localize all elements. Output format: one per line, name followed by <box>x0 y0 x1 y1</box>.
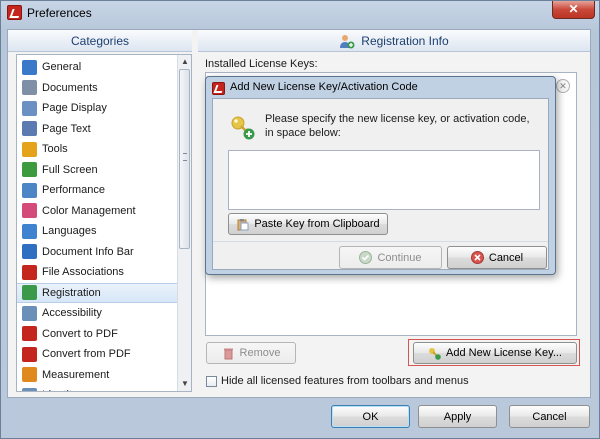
category-item-file-associations[interactable]: File Associations <box>17 262 178 282</box>
dialog-cancel-button[interactable]: Cancel <box>447 246 547 269</box>
category-item-color-management[interactable]: Color Management <box>17 201 178 221</box>
category-label: Measurement <box>42 368 110 381</box>
add-license-key-dialog: Add New License Key/Activation Code Plea… <box>205 76 556 275</box>
key-add-icon <box>428 347 441 360</box>
scroll-up-icon[interactable]: ▲ <box>180 57 190 67</box>
category-item-page-text[interactable]: Page Text <box>17 119 178 139</box>
category-item-tools[interactable]: Tools <box>17 139 178 159</box>
category-label: File Associations <box>42 266 124 278</box>
accessibility-icon <box>22 305 37 321</box>
dialog-title: Add New License Key/Activation Code <box>230 81 418 93</box>
category-item-page-display[interactable]: Page Display <box>17 98 178 118</box>
category-item-documents[interactable]: Documents <box>17 78 178 98</box>
ok-button[interactable]: OK <box>331 405 410 428</box>
category-item-general[interactable]: General <box>17 57 178 77</box>
dialog-message: Please specify the new license key, or a… <box>265 113 530 139</box>
category-item-registration[interactable]: Registration <box>17 282 178 303</box>
license-key-input[interactable] <box>228 150 540 210</box>
documents-icon <box>22 80 37 95</box>
category-item-convert-to-pdf[interactable]: Convert to PDF <box>17 324 178 344</box>
full-screen-icon <box>22 162 37 177</box>
scroll-thumb[interactable] <box>179 69 190 249</box>
cancel-icon <box>470 251 484 264</box>
window-title: Preferences <box>27 6 92 20</box>
dialog-body: Please specify the new license key, or a… <box>212 98 549 270</box>
dialog-separator <box>213 241 548 242</box>
category-label: General <box>42 61 82 73</box>
registration-user-icon <box>339 33 355 49</box>
category-label: Page Text <box>42 122 91 135</box>
window-close-button[interactable]: ✕ <box>552 1 595 19</box>
hide-licensed-features-label: Hide all licensed features from toolbars… <box>221 375 469 387</box>
tools-icon <box>22 141 37 157</box>
page-text-icon <box>22 121 37 136</box>
registration-header-label: Registration Info <box>361 34 449 48</box>
categories-scrollbar[interactable]: ▲ ▼ <box>177 55 191 391</box>
app-logo-icon <box>7 5 22 20</box>
hide-licensed-features-checkbox[interactable] <box>206 376 217 387</box>
category-label: Identity <box>42 389 77 391</box>
check-icon <box>359 251 373 264</box>
color-management-icon <box>22 203 37 218</box>
registration-icon <box>22 285 37 300</box>
registration-header: Registration Info <box>198 30 590 52</box>
category-item-full-screen[interactable]: Full Screen <box>17 160 178 180</box>
convert-from-pdf-icon <box>22 346 37 362</box>
apply-button[interactable]: Apply <box>418 405 497 428</box>
cancel-button[interactable]: Cancel <box>509 405 590 428</box>
convert-to-pdf-icon <box>22 326 37 341</box>
category-label: Page Display <box>42 102 107 114</box>
title-bar: Preferences ✕ <box>1 1 599 25</box>
pdf-icon <box>22 264 37 280</box>
clipboard-icon <box>236 218 249 231</box>
performance-icon <box>22 182 37 198</box>
category-item-convert-from-pdf[interactable]: Convert from PDF <box>17 344 178 364</box>
category-item-performance[interactable]: Performance <box>17 180 178 200</box>
installed-keys-label: Installed License Keys: <box>205 58 318 70</box>
category-label: Tools <box>42 143 68 155</box>
general-icon <box>22 59 37 75</box>
languages-icon <box>22 223 37 239</box>
category-label: Documents <box>42 81 98 94</box>
paste-key-button[interactable]: Paste Key from Clipboard <box>228 213 388 235</box>
category-label: Convert to PDF <box>42 327 118 340</box>
info-icon <box>22 244 37 259</box>
category-label: Languages <box>42 225 97 237</box>
category-item-document-info-bar[interactable]: Document Info Bar <box>17 242 178 262</box>
categories-list: Identity Measurement Convert from PDF Conve… <box>16 54 192 392</box>
category-item-measurement[interactable]: Measurement <box>17 365 178 385</box>
category-label: Full Screen <box>42 163 98 176</box>
trash-icon <box>222 347 235 360</box>
category-item-accessibility[interactable]: Accessibility <box>17 303 178 323</box>
category-label: Convert from PDF <box>42 348 131 360</box>
category-item-languages[interactable]: Languages <box>17 221 178 241</box>
remove-key-button[interactable]: Remove <box>206 342 296 364</box>
category-label: Accessibility <box>42 307 102 319</box>
category-label: Document Info Bar <box>42 245 134 258</box>
dialog-app-icon <box>212 82 225 95</box>
category-item-identity[interactable]: Identity <box>17 385 178 391</box>
categories-header: Categories <box>8 30 192 52</box>
category-label: Registration <box>42 286 101 299</box>
measurement-icon <box>22 367 37 382</box>
category-label: Color Management <box>42 204 136 217</box>
add-new-license-key-button[interactable]: Add New License Key... <box>413 342 577 364</box>
continue-button[interactable]: Continue <box>339 246 442 269</box>
page-display-icon <box>22 100 37 116</box>
key-icon <box>230 115 256 141</box>
identity-icon <box>22 387 37 391</box>
category-label: Performance <box>42 184 105 196</box>
clear-icon[interactable]: ✕ <box>556 79 570 93</box>
scroll-down-icon[interactable]: ▼ <box>180 379 190 389</box>
